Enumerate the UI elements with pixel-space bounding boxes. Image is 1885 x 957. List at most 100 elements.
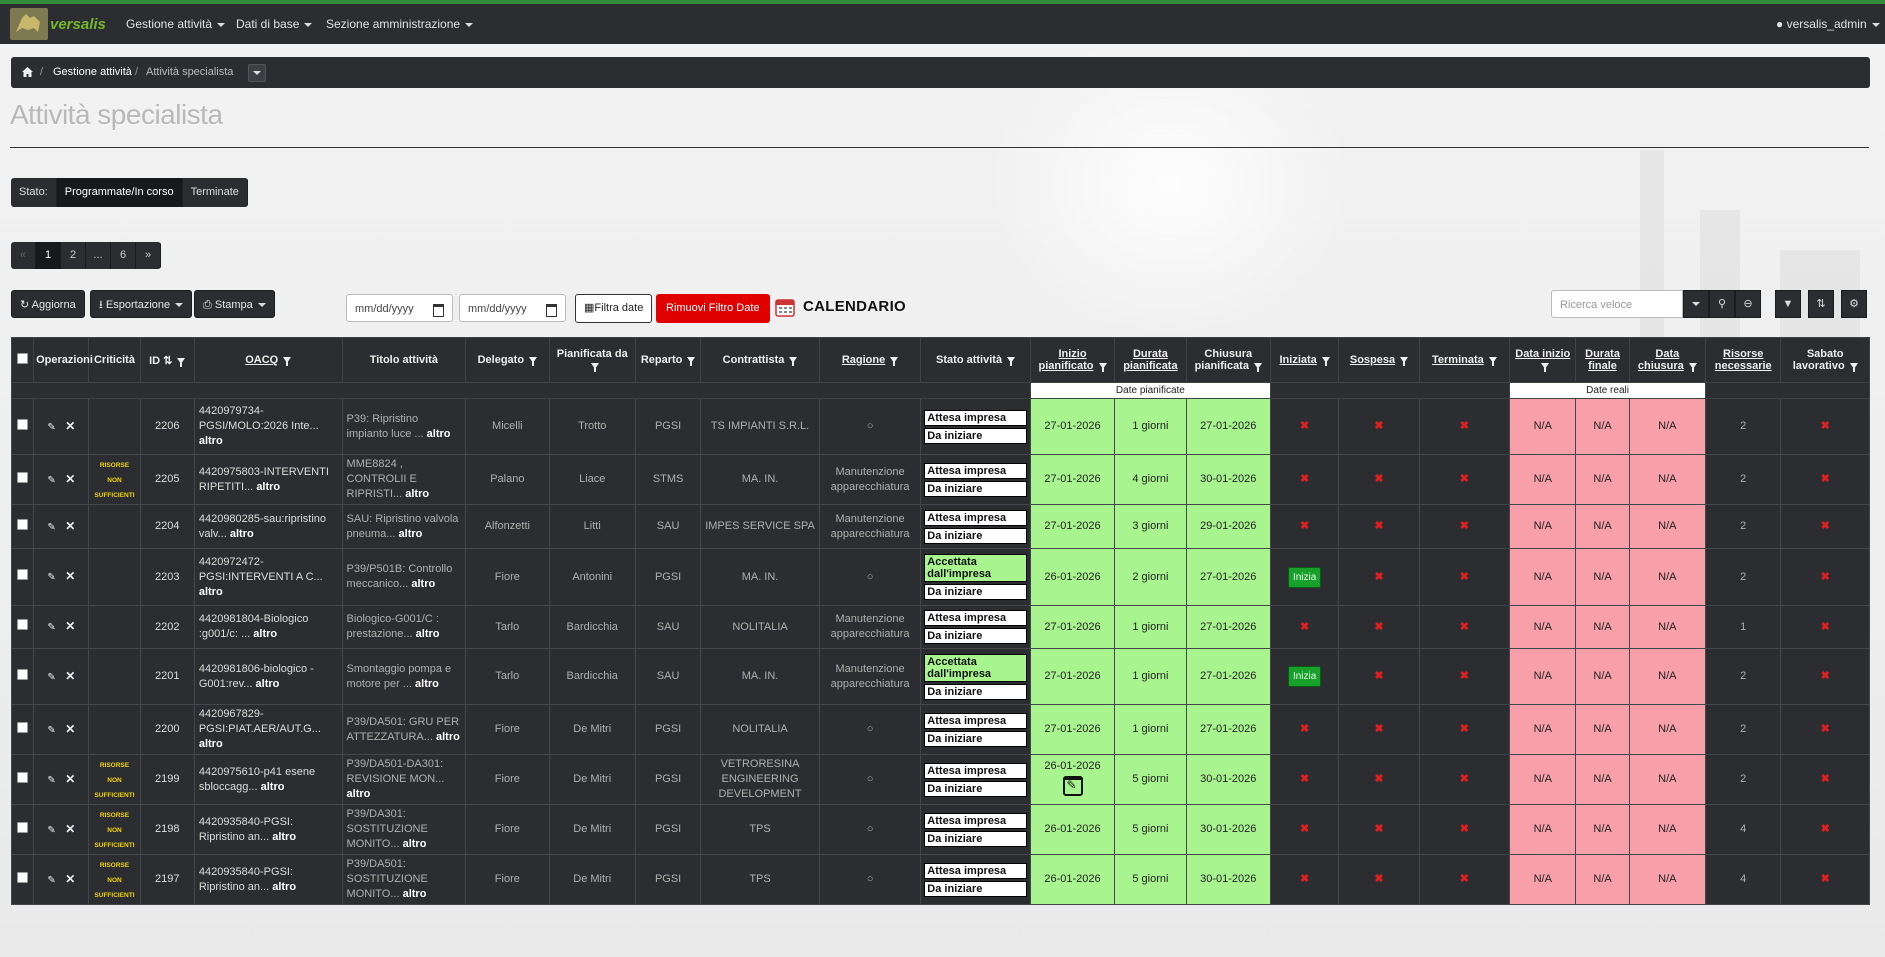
filter-icon[interactable] bbox=[177, 357, 186, 367]
header-oacq[interactable]: OACQ bbox=[193, 337, 343, 383]
filter-icon[interactable] bbox=[590, 363, 599, 373]
row-checkbox[interactable] bbox=[17, 518, 29, 530]
table-row[interactable]: ✎ ✕ 2206 4420979734-PGSI/MOLO:2026 Inte...… bbox=[10, 398, 1870, 455]
filter-icon[interactable] bbox=[687, 357, 696, 367]
header-delegato[interactable]: Delegato bbox=[465, 337, 550, 383]
row-select[interactable] bbox=[10, 704, 35, 755]
altro-link[interactable]: altro bbox=[416, 628, 440, 640]
sort-icon[interactable]: ⇅ bbox=[163, 355, 172, 367]
zoom-out-button[interactable]: ⊖ bbox=[1735, 290, 1761, 318]
altro-link[interactable]: altro bbox=[253, 628, 277, 640]
brand-logo[interactable]: versalis bbox=[10, 6, 110, 42]
calendar-icon[interactable] bbox=[546, 304, 557, 317]
pencil-icon[interactable]: ✎ bbox=[47, 723, 56, 736]
row-select[interactable] bbox=[10, 504, 35, 549]
altro-link[interactable]: altro bbox=[403, 838, 427, 850]
header-stato-attivita[interactable]: Stato attività bbox=[920, 337, 1031, 383]
filter-icon[interactable] bbox=[789, 357, 798, 367]
settings-button[interactable]: ⚙ bbox=[1841, 290, 1867, 318]
calendario-link[interactable]: CALENDARIO bbox=[803, 298, 906, 315]
search-button[interactable]: ⚲ bbox=[1709, 290, 1735, 318]
table-row[interactable]: ✎ ✕ RISORSE NON SUFFICIENTI 2205 4420975803… bbox=[10, 454, 1870, 505]
filtra-date-button[interactable]: ▦Filtra date bbox=[575, 294, 653, 323]
altro-link[interactable]: altro bbox=[230, 528, 254, 540]
quick-search-input[interactable]: Ricerca veloce bbox=[1551, 290, 1683, 318]
row-checkbox[interactable] bbox=[17, 619, 29, 630]
nav-gestione-attivita[interactable]: Gestione attività bbox=[126, 4, 226, 44]
delete-icon[interactable]: ✕ bbox=[65, 722, 75, 736]
altro-link[interactable]: altro bbox=[347, 788, 371, 800]
filter-icon[interactable] bbox=[1098, 363, 1107, 373]
header-ragione[interactable]: Ragione bbox=[818, 337, 922, 383]
filter-icon[interactable] bbox=[1007, 357, 1016, 367]
stampa-button[interactable]: ⎙ Stampa bbox=[194, 290, 275, 318]
table-row[interactable]: ✎ ✕ 2203 4420972472-PGSI:INTERVENTI A C...… bbox=[10, 548, 1870, 606]
delete-icon[interactable]: ✕ bbox=[65, 619, 75, 633]
pager-next[interactable]: » bbox=[136, 242, 161, 269]
header-iniziata[interactable]: Iniziata bbox=[1269, 337, 1340, 383]
altro-link[interactable]: altro bbox=[199, 586, 223, 598]
altro-link[interactable]: altro bbox=[199, 738, 223, 750]
pager-page-6[interactable]: 6 bbox=[111, 242, 136, 269]
altro-link[interactable]: altro bbox=[399, 528, 423, 540]
altro-link[interactable]: altro bbox=[261, 781, 285, 793]
altro-link[interactable]: altro bbox=[411, 578, 435, 590]
header-chiusura-pianificata[interactable]: Chiusura pianificata bbox=[1185, 337, 1271, 383]
row-select[interactable] bbox=[10, 548, 35, 606]
filter-icon[interactable] bbox=[1321, 357, 1330, 367]
breadcrumb-dropdown[interactable] bbox=[248, 64, 266, 82]
delete-icon[interactable]: ✕ bbox=[65, 872, 75, 886]
header-id[interactable]: ID ⇅ bbox=[139, 337, 195, 383]
altro-link[interactable]: altro bbox=[405, 488, 429, 500]
date-to-input[interactable]: mm/dd/yyyy bbox=[459, 294, 566, 322]
pencil-icon[interactable]: ✎ bbox=[47, 620, 56, 633]
delete-icon[interactable]: ✕ bbox=[65, 472, 75, 486]
stato-programmate-button[interactable]: Programmate/In corso bbox=[56, 178, 183, 207]
header-data-chiusura[interactable]: Data chiusura bbox=[1628, 337, 1707, 383]
table-row[interactable]: ✎ ✕ RISORSE NON SUFFICIENTI 2199 4420975610… bbox=[10, 754, 1870, 805]
altro-link[interactable]: altro bbox=[427, 428, 451, 440]
pencil-icon[interactable]: ✎ bbox=[47, 823, 56, 836]
row-select[interactable] bbox=[10, 854, 35, 905]
row-checkbox[interactable] bbox=[17, 871, 29, 883]
aggiorna-button[interactable]: ↻ Aggiorna bbox=[11, 290, 85, 318]
home-icon[interactable] bbox=[22, 57, 33, 88]
header-terminata[interactable]: Terminata bbox=[1418, 337, 1511, 383]
altro-link[interactable]: altro bbox=[256, 481, 280, 493]
table-row[interactable]: ✎ ✕ 2201 4420981806-biologico - G001:rev..… bbox=[10, 648, 1870, 705]
calendar-icon[interactable] bbox=[433, 304, 444, 317]
pager-page-1[interactable]: 1 bbox=[36, 242, 61, 269]
calendar-icon[interactable] bbox=[775, 297, 795, 317]
row-select[interactable] bbox=[10, 648, 35, 705]
user-menu[interactable]: ● versalis_admin bbox=[1776, 4, 1880, 44]
sort-button[interactable]: ⇅ bbox=[1808, 290, 1834, 318]
row-select[interactable] bbox=[10, 605, 35, 649]
table-row[interactable]: ✎ ✕ 2200 4420967829-PGSI:PIAT.AER/AUT.G...… bbox=[10, 704, 1870, 755]
row-checkbox[interactable] bbox=[17, 721, 29, 733]
row-checkbox[interactable] bbox=[17, 471, 29, 483]
filter-icon[interactable] bbox=[890, 357, 899, 367]
altro-link[interactable]: altro bbox=[403, 888, 427, 900]
delete-icon[interactable]: ✕ bbox=[65, 669, 75, 683]
esportazione-button[interactable]: ⭳ Esportazione bbox=[90, 290, 193, 318]
search-dropdown-button[interactable] bbox=[1683, 290, 1709, 318]
pencil-icon[interactable]: ✎ bbox=[47, 773, 56, 786]
row-select[interactable] bbox=[10, 754, 35, 805]
filter-icon[interactable] bbox=[1253, 363, 1262, 373]
header-sabato-lavorativo[interactable]: Sabato lavorativo bbox=[1780, 337, 1870, 383]
delete-icon[interactable]: ✕ bbox=[65, 519, 75, 533]
row-select[interactable] bbox=[10, 398, 35, 455]
select-all-checkbox[interactable] bbox=[17, 353, 29, 364]
delete-icon[interactable]: ✕ bbox=[65, 569, 75, 583]
pencil-icon[interactable]: ✎ bbox=[47, 873, 56, 886]
pencil-icon[interactable]: ✎ bbox=[47, 473, 56, 486]
table-row[interactable]: ✎ ✕ 2202 4420981804-Biologico :g001/c: ...… bbox=[10, 605, 1870, 649]
pencil-icon[interactable]: ✎ bbox=[47, 420, 56, 433]
table-row[interactable]: ✎ ✕ 2204 4420980285-sau:ripristino valv...… bbox=[10, 504, 1870, 549]
filter-icon[interactable] bbox=[1541, 363, 1550, 373]
pencil-icon[interactable]: ✎ bbox=[47, 670, 56, 683]
table-row[interactable]: ✎ ✕ RISORSE NON SUFFICIENTI 2198 4420935840… bbox=[10, 804, 1870, 855]
row-checkbox[interactable] bbox=[17, 771, 29, 783]
filter-icon[interactable] bbox=[1688, 363, 1697, 373]
filter-icon[interactable] bbox=[283, 357, 292, 367]
